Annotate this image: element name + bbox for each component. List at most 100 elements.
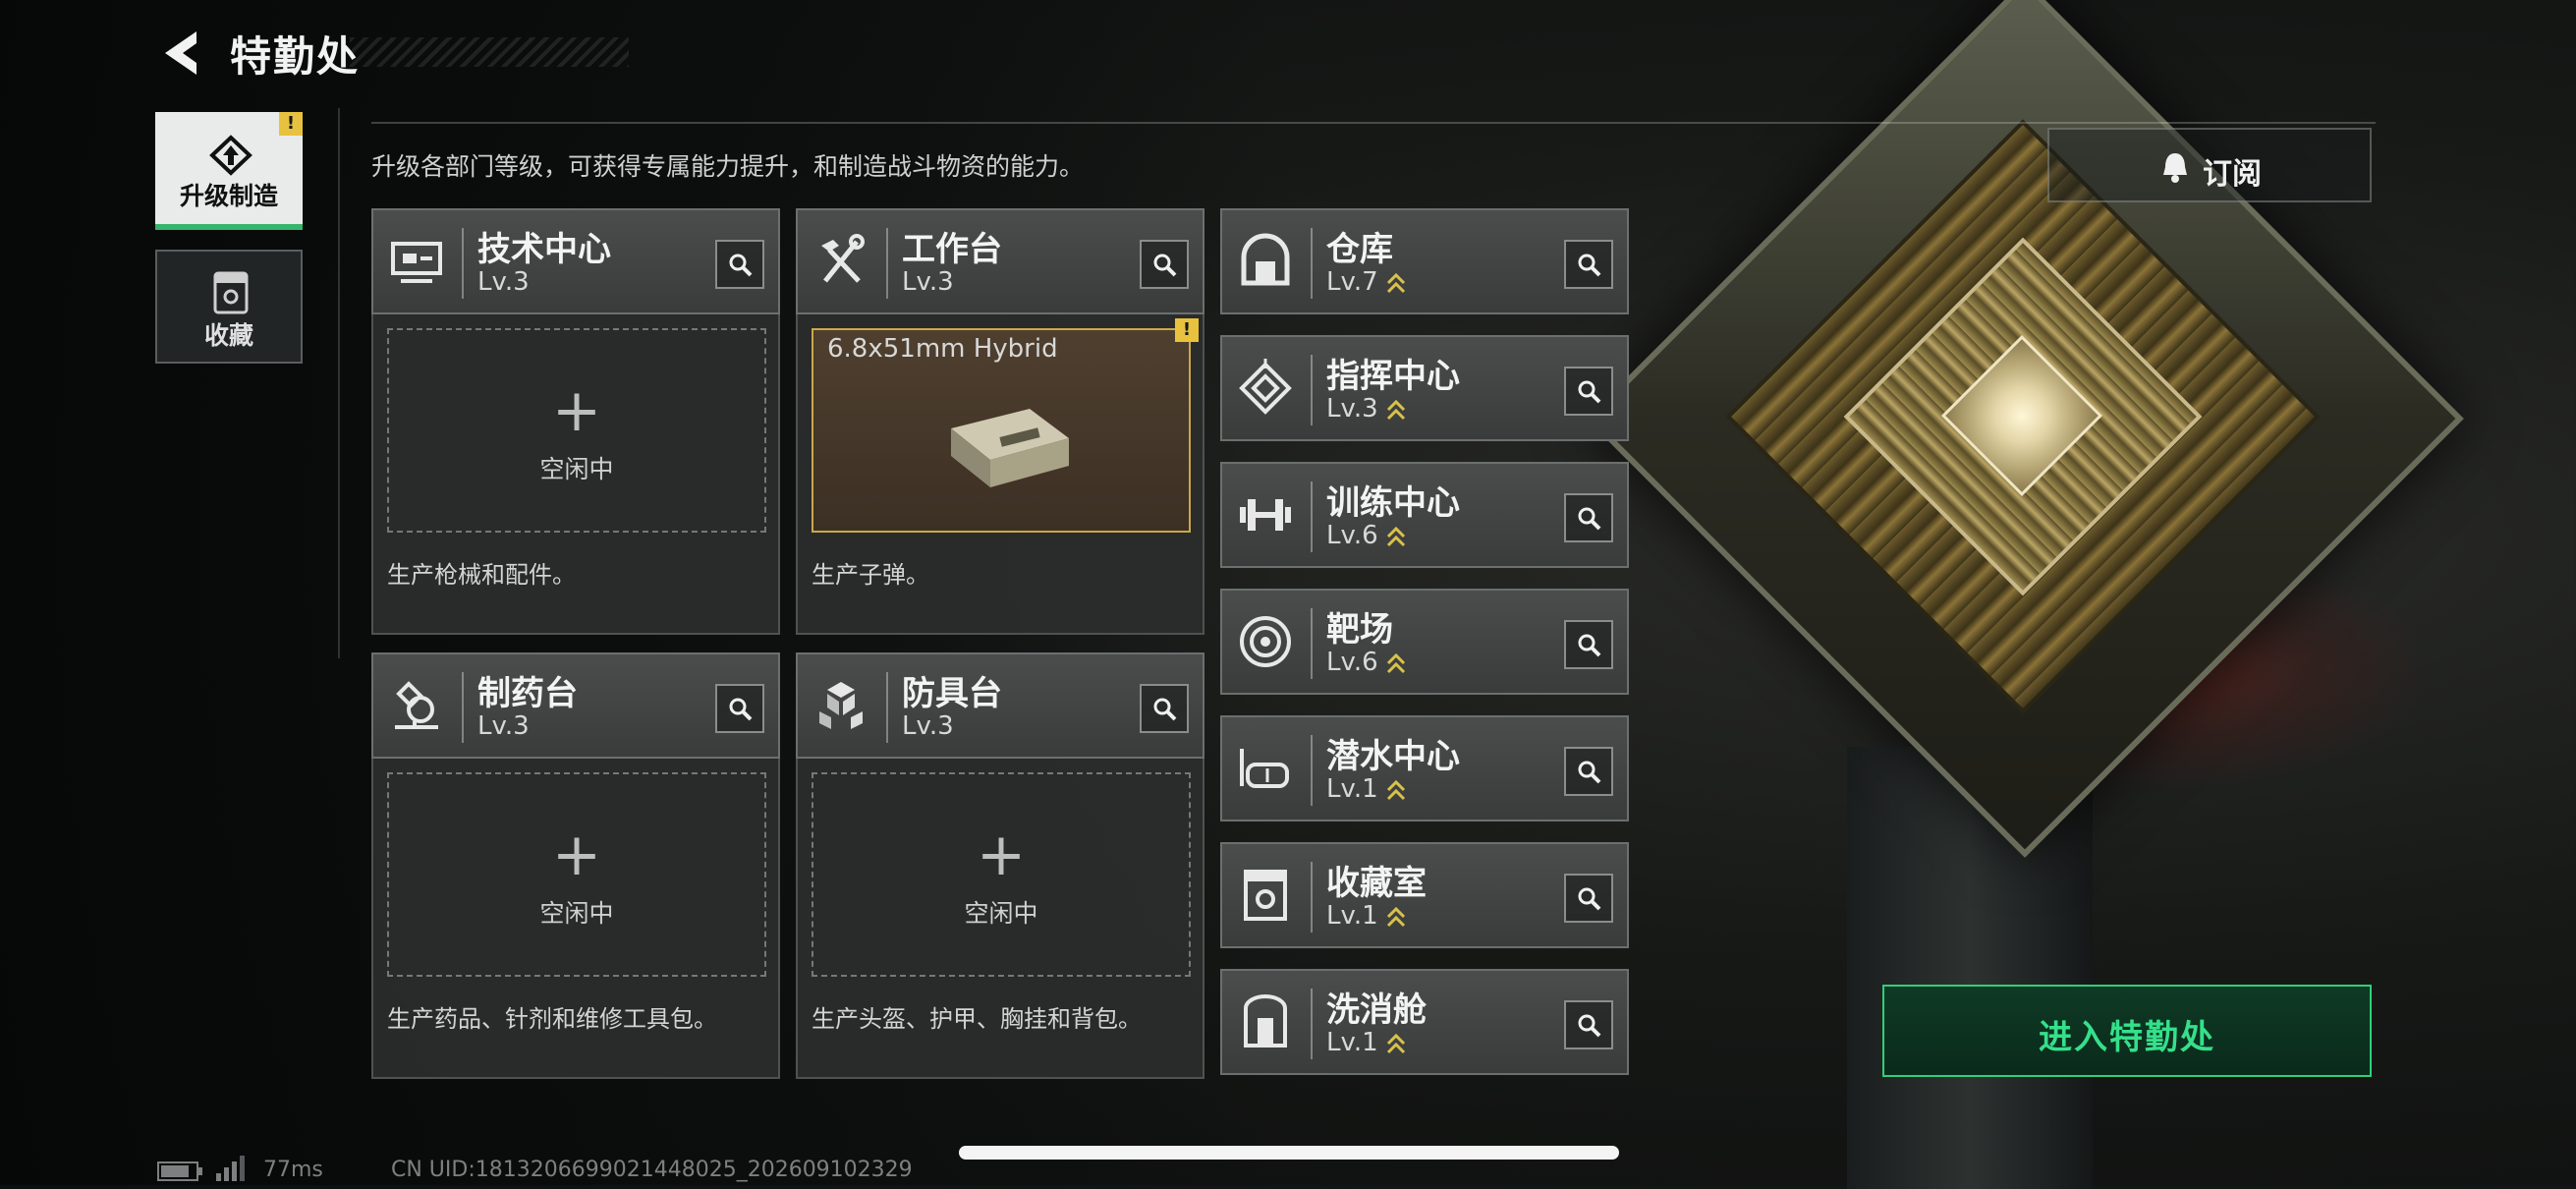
search-button[interactable]: [715, 684, 764, 733]
add-icon: +: [976, 821, 1027, 889]
level-up-chevron-icon: [1386, 399, 1405, 420]
search-button[interactable]: [1140, 240, 1189, 289]
search-icon: [1578, 254, 1601, 277]
facility-name: 靶场: [1326, 610, 1393, 650]
station-name: 技术中心: [477, 230, 611, 269]
production-slot-active[interactable]: 6.8x51mm Hybrid: [812, 328, 1191, 533]
search-button[interactable]: [1564, 874, 1613, 923]
back-arrow-icon[interactable]: [157, 28, 208, 79]
bell-icon: [2163, 153, 2187, 183]
search-icon: [729, 254, 753, 277]
home-indicator[interactable]: [959, 1146, 1619, 1160]
tab-upgrade-craft-label: 升级制造: [179, 182, 278, 210]
battery-icon: [157, 1161, 204, 1185]
warning-badge: !: [1175, 318, 1199, 342]
station-name: 防具台: [902, 674, 1002, 713]
page-subtitle: 升级各部门等级，可获得专属能力提升，和制造战斗物资的能力。: [371, 152, 1085, 181]
facility-level: Lv.1: [1326, 774, 1406, 804]
head-separator: [462, 228, 464, 299]
page-title: 特勤处: [230, 32, 361, 81]
search-icon: [1578, 380, 1601, 404]
station-description: 生产枪械和配件。: [387, 561, 576, 589]
head-separator: [1311, 228, 1313, 299]
search-icon: [729, 698, 753, 721]
level-up-chevron-icon: [1386, 272, 1405, 293]
search-icon: [1153, 698, 1177, 721]
collection-icon: [213, 271, 249, 314]
add-icon: +: [551, 376, 602, 445]
facility-decontamination[interactable]: 洗消舱 Lv.1: [1220, 969, 1629, 1075]
station-description: 生产头盔、护甲、胸挂和背包。: [812, 1005, 1142, 1033]
empty-production-slot[interactable]: + 空闲中: [812, 772, 1191, 977]
active-tab-indicator: [155, 224, 303, 230]
ping-display: 77ms: [263, 1158, 323, 1182]
search-button[interactable]: [1564, 240, 1613, 289]
target-icon: [1240, 616, 1291, 667]
search-icon: [1578, 507, 1601, 531]
station-level: Lv.3: [902, 711, 954, 741]
tab-collection-label: 收藏: [203, 321, 253, 350]
facility-level: Lv.3: [1326, 394, 1406, 424]
header-divider: [371, 122, 2376, 124]
search-button[interactable]: [715, 240, 764, 289]
station-tech-center[interactable]: 技术中心 Lv.3: [371, 208, 780, 314]
workbench-icon: [821, 234, 865, 283]
search-button[interactable]: [1564, 1000, 1613, 1049]
search-button[interactable]: [1140, 684, 1189, 733]
station-pharmacy-body: + 空闲中 生产药品、针剂和维修工具包。: [371, 759, 780, 1079]
empty-production-slot[interactable]: + 空闲中: [387, 772, 766, 977]
station-armor-bench-body: + 空闲中 生产头盔、护甲、胸挂和背包。: [796, 759, 1204, 1079]
level-text: Lv.7: [1326, 267, 1378, 297]
head-separator: [886, 672, 888, 743]
level-text: Lv.6: [1326, 648, 1378, 677]
facility-level: Lv.6: [1326, 648, 1406, 677]
signal-icon: [214, 1156, 248, 1187]
facility-name: 训练中心: [1326, 483, 1460, 523]
station-level: Lv.3: [902, 267, 954, 297]
ammo-box-icon: [951, 409, 1069, 487]
level-up-chevron-icon: [1386, 906, 1405, 927]
level-text: Lv.1: [1326, 774, 1378, 804]
facility-training-center[interactable]: 训练中心 Lv.6: [1220, 462, 1629, 568]
search-button[interactable]: [1564, 747, 1613, 796]
command-center-icon: [1239, 359, 1292, 415]
enter-special-ops-button[interactable]: 进入特勤处: [1882, 985, 2372, 1077]
station-workbench[interactable]: 工作台 Lv.3: [796, 208, 1204, 314]
head-separator: [886, 228, 888, 299]
facility-level: Lv.1: [1326, 1028, 1406, 1057]
search-button[interactable]: [1564, 493, 1613, 542]
search-icon: [1153, 254, 1177, 277]
level-up-chevron-icon: [1386, 779, 1405, 800]
facility-name: 收藏室: [1326, 864, 1427, 903]
title-decoration: [350, 37, 629, 67]
level-up-chevron-icon: [1386, 652, 1405, 673]
facility-name: 潜水中心: [1326, 737, 1460, 776]
search-button[interactable]: [1564, 367, 1613, 416]
search-button[interactable]: [1564, 620, 1613, 669]
dumbbell-icon: [1240, 499, 1291, 531]
head-separator: [1311, 735, 1313, 806]
facility-level: Lv.7: [1326, 267, 1406, 297]
facility-collection-room[interactable]: 收藏室 Lv.1: [1220, 842, 1629, 948]
tab-collection[interactable]: 收藏: [155, 250, 303, 364]
facility-shooting-range[interactable]: 靶场 Lv.6: [1220, 589, 1629, 695]
facility-level: Lv.1: [1326, 901, 1406, 931]
add-icon: +: [551, 821, 602, 889]
slot-status: 空闲中: [964, 899, 1038, 928]
decontamination-icon: [1244, 994, 1287, 1047]
facility-name: 仓库: [1326, 230, 1393, 269]
warning-badge: !: [279, 112, 303, 136]
collection-room-icon: [1244, 870, 1287, 921]
facility-diving-center[interactable]: 潜水中心 Lv.1: [1220, 715, 1629, 821]
subscribe-button[interactable]: 订阅: [2047, 128, 2372, 202]
station-armor-bench[interactable]: 防具台 Lv.3: [796, 652, 1204, 759]
station-description: 生产子弹。: [812, 561, 929, 589]
enter-special-ops-label: 进入特勤处: [2039, 1018, 2215, 1057]
facility-warehouse[interactable]: 仓库 Lv.7: [1220, 208, 1629, 314]
station-pharmacy[interactable]: 制药台 Lv.3: [371, 652, 780, 759]
empty-production-slot[interactable]: + 空闲中: [387, 328, 766, 533]
tab-upgrade-craft[interactable]: 升级制造 !: [155, 112, 303, 224]
search-icon: [1578, 1014, 1601, 1038]
diving-mask-icon: [1240, 749, 1289, 788]
facility-command-center[interactable]: 指挥中心 Lv.3: [1220, 335, 1629, 441]
